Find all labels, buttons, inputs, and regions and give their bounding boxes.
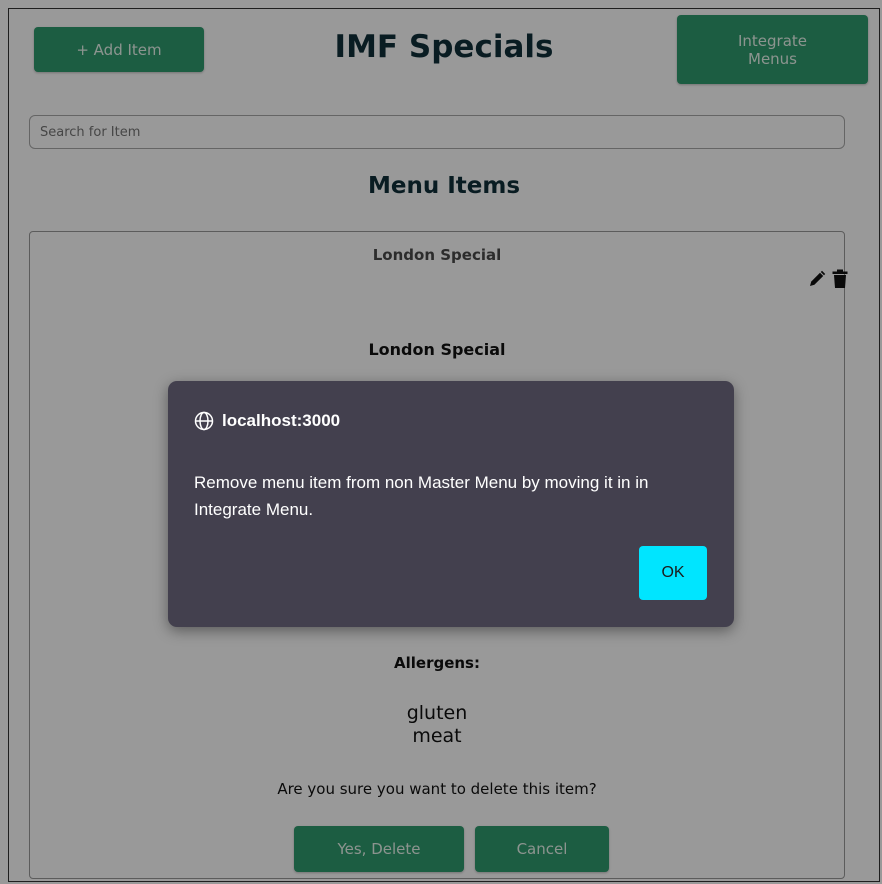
dialog-message: Remove menu item from non Master Menu by… xyxy=(194,473,649,519)
ok-button[interactable]: OK xyxy=(639,546,707,600)
dialog-origin: localhost:3000 xyxy=(194,411,340,431)
alert-dialog: localhost:3000 Remove menu item from non… xyxy=(168,381,734,627)
dialog-origin-text: localhost:3000 xyxy=(222,411,341,430)
globe-icon xyxy=(194,411,214,431)
